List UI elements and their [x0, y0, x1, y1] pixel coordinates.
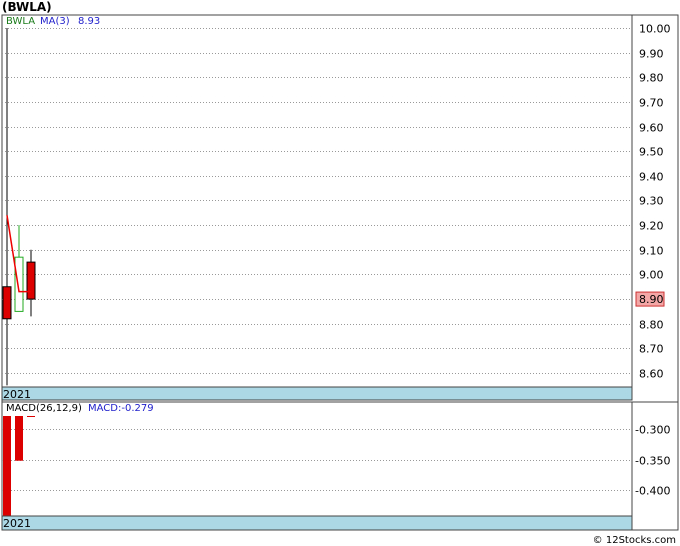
price-panel: 8.60 8.70 8.80 8.90 9.00 9.10 9.20 9.30 9.40 9.50…	[1, 14, 679, 403]
price-tick-label: 9.30	[639, 195, 664, 208]
legend-ma-value: 8.93	[78, 16, 100, 27]
price-xaxis-band	[1, 386, 633, 401]
price-tick-label: 9.90	[639, 48, 664, 61]
candle-body	[26, 261, 36, 300]
candle-body	[2, 286, 12, 320]
macd-panel: -0.300 -0.350 -0.400 2021 MACD(26,12,9) MACD:…	[1, 401, 679, 531]
price-tick-label: 9.40	[639, 171, 664, 184]
macd-bar	[15, 416, 23, 461]
macd-panel-frame	[1, 401, 679, 531]
footer-credit: © 12Stocks.com	[592, 535, 676, 546]
price-tick-label: 9.80	[639, 72, 664, 85]
candle-body	[14, 256, 24, 312]
price-tick-label: 9.60	[639, 122, 664, 135]
price-tick-label: 8.70	[639, 343, 664, 356]
macd-legend-value: MACD:-0.279	[88, 403, 154, 414]
price-tick-label: 9.10	[639, 245, 664, 258]
price-tick-label: 8.80	[639, 319, 664, 332]
macd-bar	[27, 416, 35, 417]
price-tick-label: 9.70	[639, 97, 664, 110]
macd-xaxis-band	[1, 515, 633, 531]
price-tick-label: 9.00	[639, 269, 664, 282]
macd-tick-label: -0.400	[635, 485, 670, 498]
price-tick-label: 8.60	[639, 368, 664, 381]
price-tick-label: 9.20	[639, 220, 664, 233]
macd-bar	[3, 416, 11, 516]
macd-tick-label: -0.300	[635, 424, 670, 437]
legend-symbol: BWLA	[6, 16, 35, 27]
legend-ma-label: MA(3)	[40, 16, 70, 27]
price-xaxis-label: 2021	[3, 388, 31, 401]
macd-legend-label: MACD(26,12,9)	[6, 403, 82, 414]
macd-tick-label: -0.350	[635, 455, 670, 468]
price-panel-frame	[1, 14, 679, 403]
last-price-label: 8.90	[639, 293, 664, 306]
macd-xaxis-label: 2021	[3, 517, 31, 530]
price-tick-label: 10.00	[639, 23, 671, 36]
price-tick-label: 9.50	[639, 146, 664, 159]
chart-stage: 8.60 8.70 8.80 8.90 9.00 9.10 9.20 9.30 9.40 9.50…	[1, 14, 679, 531]
